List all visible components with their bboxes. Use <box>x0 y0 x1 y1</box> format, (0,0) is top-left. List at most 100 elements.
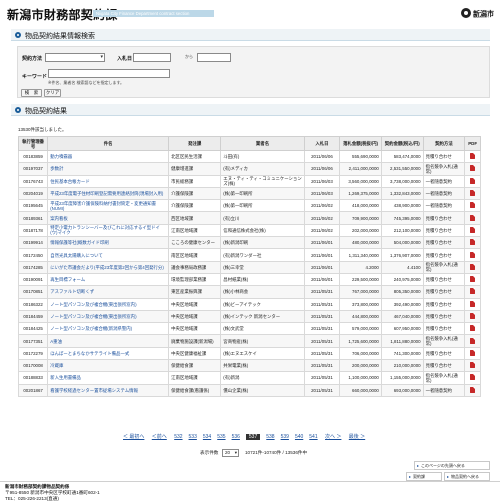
item-name-cell[interactable]: A重油 <box>47 334 170 348</box>
item-name-cell[interactable]: 自然光具太陽購入について <box>47 248 170 262</box>
search-button[interactable]: 検 索 <box>21 89 42 97</box>
contract-top-link[interactable]: 契約課 <box>406 472 442 481</box>
item-name-cell[interactable]: 案内看板 <box>47 211 170 225</box>
city-emblem-icon <box>461 8 471 18</box>
item-name-cell[interactable]: ノート型パソコン及び複合機(新潟県警内) <box>47 322 170 336</box>
item-name-cell[interactable]: ノート型パソコン及び複合機(東出張所窓内) <box>47 309 170 324</box>
vendor-name-cell: (株)三幸堂 <box>220 260 305 274</box>
contract-amount-cell: 4.4100 <box>380 260 424 274</box>
column-header: PDF <box>464 136 481 151</box>
section-bullet-icon <box>15 32 21 38</box>
item-name-cell[interactable]: 看護学校経過センター置市従場システム情報 <box>47 383 170 397</box>
table-row: 00197037 歩数計 健康增進課 (有)メディカ 2011/06/06 2,411,0… <box>17 162 481 176</box>
item-name-cell[interactable]: 動力噴霧器 <box>47 149 170 164</box>
table-row: 00170008 冷蔵庫 保健給食課 共栄電業(株) 2011/05/31 200,000… <box>17 359 481 373</box>
pagination-current-page[interactable]: 537 <box>245 434 261 440</box>
pagination-page-link[interactable]: 539 <box>281 434 289 440</box>
bid-date-to-input[interactable] <box>197 53 231 62</box>
item-name-cell[interactable]: ほんぼーとまちなかサテライト備品一式 <box>47 346 170 361</box>
bid-date-from-input[interactable] <box>133 53 171 62</box>
management-number-cell: 00184425 <box>17 322 49 336</box>
pdf-icon[interactable] <box>470 177 476 184</box>
pdf-icon[interactable] <box>470 165 476 172</box>
contract-method-cell: 見積り合わせ <box>422 236 466 250</box>
item-name-cell[interactable]: ノート型パソコン及び複合機(東出張所窓内) <box>47 297 170 311</box>
vendor-name-cell: 昌村紙業(株) <box>220 272 305 287</box>
ordering-section-cell: 江南区地域課 <box>168 371 222 385</box>
pdf-icon[interactable] <box>470 226 476 233</box>
pagination-page-link[interactable]: 536 <box>232 434 240 440</box>
pagination-last[interactable]: 最後 ＞ <box>349 433 365 440</box>
pdf-icon[interactable] <box>470 386 476 393</box>
pdf-icon[interactable] <box>470 362 476 369</box>
pdf-icon[interactable] <box>470 263 476 270</box>
pagination-page-link[interactable]: 533 <box>189 434 197 440</box>
item-name-cell[interactable]: アスファルト切断くず <box>47 285 170 299</box>
back-to-top-link[interactable]: このページの先頭へ戻る <box>414 461 490 470</box>
item-name-cell[interactable]: 再生目標フォーム <box>47 272 170 287</box>
bid-date-label: 入札日 <box>117 56 133 62</box>
management-number-cell: 00170851 <box>17 285 49 299</box>
item-name-cell[interactable]: 歩数計 <box>47 162 170 176</box>
pdf-icon[interactable] <box>470 214 476 221</box>
contract-method-cell: 見積り合わせ <box>422 297 466 311</box>
pdf-icon[interactable] <box>470 325 476 332</box>
bid-date-cell: 2011/05/31 <box>303 359 341 373</box>
pagination-next[interactable]: 次へ ＞ <box>325 433 341 440</box>
item-name-cell[interactable]: 平成23年度障害介護保険料納付書封筒定・変更通知書(NUMI) <box>47 199 170 213</box>
management-number-cell: 00195645 <box>17 199 49 213</box>
vendor-name-cell: 共栄電業(株) <box>220 359 305 373</box>
item-name-cell[interactable]: 住民基本台帳カード <box>47 174 170 188</box>
pdf-icon[interactable] <box>470 276 476 283</box>
pdf-cell <box>464 309 481 324</box>
pagination-prev[interactable]: ＜前へ <box>152 433 167 440</box>
pagination-page-link[interactable]: 534 <box>203 434 211 440</box>
pdf-icon[interactable] <box>470 374 476 381</box>
pdf-icon[interactable] <box>470 349 476 356</box>
item-name-cell[interactable]: 冷蔵庫 <box>47 359 170 373</box>
pagination-first[interactable]: ＜ 最初へ <box>123 433 144 440</box>
management-number-cell: 00170008 <box>17 359 49 373</box>
pdf-icon[interactable] <box>470 153 476 160</box>
table-row: 00204019 平成23年度電子住材印刷登記需要用連絡封筒(現場封入用) 介護保険… <box>17 186 481 201</box>
table-row: 00199914 情報保護等社(概数ガイド印刷 こころの健康センター (株)新潟印刷 2… <box>17 236 481 250</box>
list-top-link[interactable]: 物品契約へ戻る <box>444 472 490 481</box>
pdf-icon[interactable] <box>470 288 476 295</box>
bid-amount-cell: 579,000,0000 <box>339 322 382 336</box>
bid-date-cell: 2011/06/02 <box>303 211 341 225</box>
ordering-section-cell: 中央区健康福祉課 <box>168 346 222 361</box>
table-row: 00170851 アスファルト切断くず 東区産業振興課 (株)小林商会 2011/05/… <box>17 285 481 299</box>
pagination-page-link[interactable]: 532 <box>174 434 182 440</box>
results-section-title: 物品契約結果 <box>25 108 67 115</box>
pdf-icon[interactable] <box>470 300 476 307</box>
management-number-cell: 00197037 <box>17 162 49 176</box>
item-name-cell[interactable]: 新入生用書備品 <box>47 371 170 385</box>
item-name-cell[interactable]: 情報保護等社(概数ガイド印刷 <box>47 236 170 250</box>
contract-method-cell: 指名競争入札(通常) <box>422 260 466 274</box>
bid-amount-cell: 660,000,0000 <box>339 383 382 397</box>
pdf-icon[interactable] <box>470 337 476 344</box>
vendor-name-cell: 債山企業(株) <box>220 383 305 397</box>
clear-button[interactable]: クリア <box>44 89 61 97</box>
item-name-cell[interactable]: 特定小電力トランシーバー及びこれに対応するイ型ドイ(ウ)マイク <box>47 223 170 238</box>
pdf-icon[interactable] <box>470 313 476 319</box>
pdf-icon[interactable] <box>470 239 476 246</box>
column-header: 入札日 <box>303 136 341 151</box>
item-name-cell[interactable]: 平成23年度電子住材印刷登記需要用連絡封筒(現場封入用) <box>47 186 170 201</box>
pdf-icon[interactable] <box>470 190 476 197</box>
item-name-cell[interactable]: にいがた市議会だより(平成23年度第2回から第4回発行分) <box>47 260 170 274</box>
pagination-page-link[interactable]: 541 <box>309 434 317 440</box>
table-row: 00188833 新入生用書備品 江南区地域課 (有)新潟 2011/05/31 1,10… <box>17 371 481 385</box>
pdf-icon[interactable] <box>470 251 476 258</box>
keyword-input[interactable] <box>48 69 170 78</box>
per-page-select[interactable]: 20 <box>222 449 239 457</box>
city-logo[interactable]: 新潟市 NIIGATA CITY <box>461 8 494 19</box>
pagination-page-link[interactable]: 535 <box>217 434 225 440</box>
pagination-page-link[interactable]: 538 <box>266 434 274 440</box>
contract-method-select[interactable] <box>45 53 105 62</box>
contract-amount-cell: 210,000,0000 <box>380 359 424 373</box>
pdf-icon[interactable] <box>470 202 476 209</box>
contract-amount-cell: 392,490,0000 <box>380 297 424 311</box>
table-row: 00201867 看護学校経過センター置市従場システム情報 保健給食課(看護係) 債山… <box>17 383 481 397</box>
pagination-page-link[interactable]: 540 <box>295 434 303 440</box>
